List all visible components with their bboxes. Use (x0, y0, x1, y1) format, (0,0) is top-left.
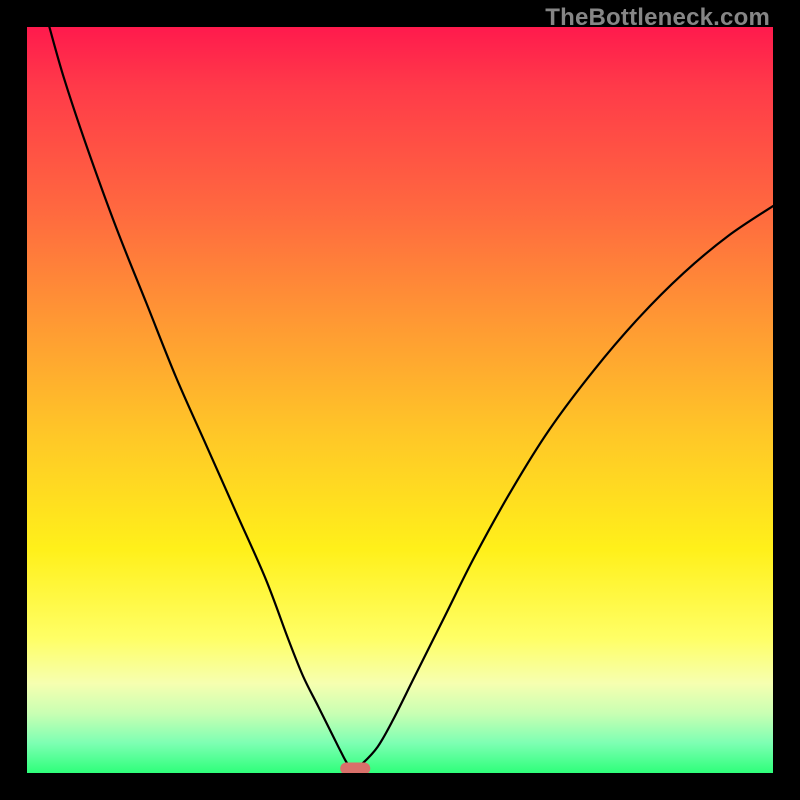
minimum-marker (340, 763, 370, 773)
plot-area (27, 27, 773, 773)
chart-frame: TheBottleneck.com (0, 0, 800, 800)
bottleneck-curve (49, 27, 773, 768)
curve-svg (27, 27, 773, 773)
